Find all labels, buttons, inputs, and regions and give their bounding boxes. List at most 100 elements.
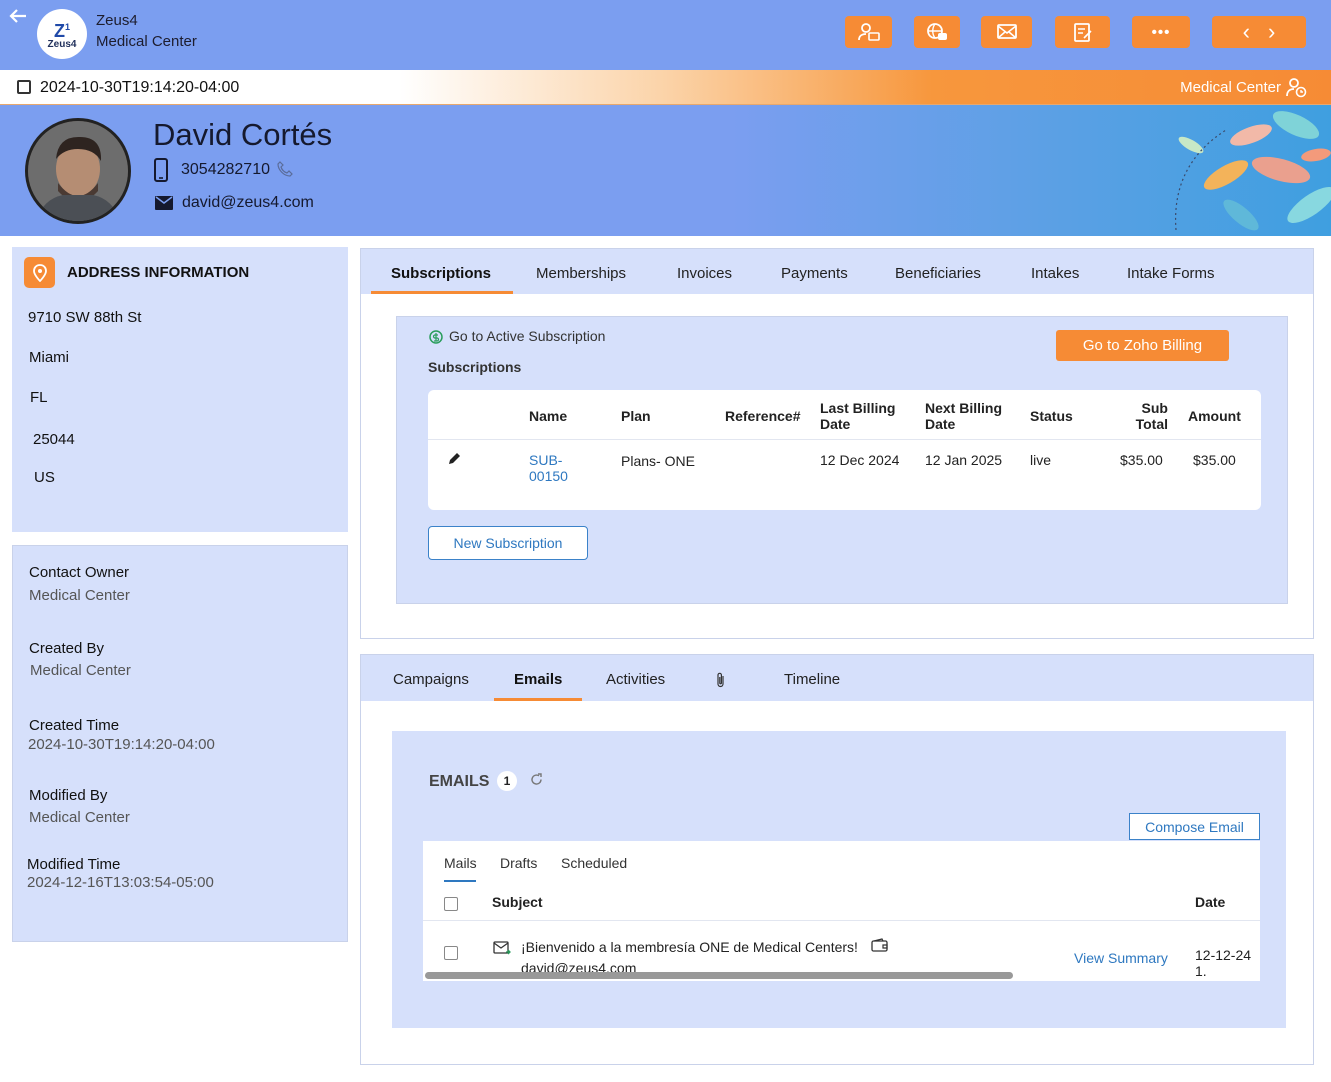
- attachment-tab-icon[interactable]: [715, 672, 727, 693]
- email-subject[interactable]: ¡Bienvenido a la membresía ONE de Medica…: [521, 939, 858, 955]
- col-last-billing-line2: Date: [820, 416, 851, 432]
- modified-time-value: 2024-12-16T13:03:54-05:00: [27, 874, 214, 891]
- tab-drafts[interactable]: Drafts: [500, 855, 537, 871]
- subscriptions-table: Name Plan Reference# Last Billing Date Ne…: [428, 390, 1261, 510]
- subscription-status: live: [1030, 452, 1052, 468]
- edit-pencil-icon[interactable]: [448, 452, 461, 470]
- active-tab-indicator: [494, 698, 582, 701]
- go-to-zoho-billing-button[interactable]: Go to Zoho Billing: [1056, 330, 1229, 361]
- address-country: US: [34, 469, 55, 486]
- modified-by-value: Medical Center: [29, 809, 130, 826]
- chat-globe-button[interactable]: [914, 16, 960, 48]
- subscriptions-card: Subscriptions Memberships Invoices Payme…: [360, 248, 1314, 639]
- record-nav-group: ‹ ›: [1212, 16, 1306, 48]
- new-subscription-button[interactable]: New Subscription: [428, 526, 588, 560]
- col-subtotal-line2: Total: [1135, 416, 1168, 432]
- contact-card-icon: [857, 23, 880, 41]
- tab-campaigns[interactable]: Campaigns: [393, 671, 469, 688]
- subscription-id-link[interactable]: SUB- 00150: [529, 452, 568, 484]
- tab-intakes[interactable]: Intakes: [1031, 265, 1079, 282]
- emails-count-badge: 1: [497, 771, 517, 791]
- modified-by-label: Modified By: [29, 787, 108, 804]
- subscriptions-label: Subscriptions: [428, 359, 522, 375]
- contact-email[interactable]: david@zeus4.com: [182, 194, 314, 212]
- col-next-billing: Next Billing Date: [925, 400, 1002, 432]
- prev-record-button[interactable]: ‹: [1243, 19, 1250, 45]
- brand-name: Zeus4: [96, 12, 138, 29]
- col-next-billing-line2: Date: [925, 416, 956, 432]
- envelope-icon: [155, 196, 173, 215]
- sent-mail-icon: [493, 941, 511, 960]
- activity-card: Campaigns Emails Activities Timeline EMA…: [360, 654, 1314, 1065]
- subscription-id-line1: SUB-: [529, 452, 563, 468]
- location-pin-icon: [24, 257, 55, 288]
- row-checkbox[interactable]: [444, 946, 458, 960]
- next-record-button[interactable]: ›: [1268, 19, 1275, 45]
- back-arrow-icon[interactable]: [8, 6, 28, 32]
- emails-title: EMAILS: [429, 773, 490, 790]
- tab-mails[interactable]: Mails: [444, 855, 477, 871]
- col-reference: Reference#: [725, 408, 801, 424]
- compose-email-button[interactable]: Compose Email: [1129, 813, 1260, 840]
- tab-invoices[interactable]: Invoices: [677, 265, 732, 282]
- profile-banner: David Cortés 3054282710 david@zeus4.com: [0, 105, 1331, 236]
- subscription-next-billing: 12 Jan 2025: [925, 452, 1003, 468]
- col-plan: Plan: [621, 408, 651, 424]
- modified-time-label: Modified Time: [27, 856, 121, 873]
- subscription-plan: Plans- ONE: [621, 453, 695, 469]
- col-next-billing-line1: Next Billing: [925, 400, 1003, 416]
- brand-subtitle: Medical Center: [96, 33, 197, 50]
- tab-payments[interactable]: Payments: [781, 265, 848, 282]
- wallet-icon: [871, 938, 888, 957]
- call-icon[interactable]: [277, 161, 293, 182]
- tab-subscriptions[interactable]: Subscriptions: [391, 265, 491, 282]
- contact-card-button[interactable]: [845, 16, 892, 48]
- record-meta-panel: Contact Owner Medical Center Created By …: [12, 545, 348, 942]
- contact-owner-label: Contact Owner: [29, 564, 130, 581]
- tab-scheduled[interactable]: Scheduled: [561, 855, 627, 871]
- mail-folder-tabs: Mails Drafts Scheduled: [423, 841, 1260, 883]
- email-date: 12-12-24 1.: [1195, 947, 1252, 979]
- horizontal-scrollbar[interactable]: [425, 972, 1013, 979]
- tab-activities[interactable]: Activities: [606, 671, 665, 688]
- tab-emails[interactable]: Emails: [514, 671, 562, 688]
- avatar: [25, 118, 131, 224]
- user-clock-icon: [1285, 76, 1307, 98]
- address-street: 9710 SW 88th St: [28, 309, 142, 326]
- tab-timeline[interactable]: Timeline: [784, 671, 840, 688]
- mail-button[interactable]: [981, 16, 1032, 48]
- address-state: FL: [30, 389, 48, 406]
- dollar-sync-icon: [429, 330, 443, 347]
- date-strip: 2024-10-30T19:14:20-04:00 Medical Center: [0, 70, 1331, 105]
- edit-note-button[interactable]: [1055, 16, 1110, 48]
- subscription-id-line2: 00150: [529, 468, 568, 484]
- mail-tab-indicator: [444, 880, 476, 882]
- created-by-value: Medical Center: [30, 662, 131, 679]
- contact-name: David Cortés: [153, 117, 333, 152]
- tab-beneficiaries[interactable]: Beneficiaries: [895, 265, 981, 282]
- col-subtotal-line1: Sub: [1141, 400, 1168, 416]
- go-active-subscription-link[interactable]: Go to Active Subscription: [449, 328, 605, 344]
- tab-intake-forms[interactable]: Intake Forms: [1127, 265, 1215, 282]
- subscription-subtotal: $35.00: [1120, 452, 1163, 468]
- col-date: Date: [1195, 894, 1226, 910]
- created-time-label: Created Time: [29, 717, 120, 734]
- select-all-checkbox[interactable]: [444, 897, 458, 911]
- view-summary-link[interactable]: View Summary: [1074, 950, 1168, 966]
- subscription-amount: $35.00: [1193, 452, 1236, 468]
- activity-tabs: Campaigns Emails Activities Timeline: [361, 655, 1313, 701]
- contact-phone[interactable]: 3054282710: [181, 161, 270, 179]
- col-last-billing-line1: Last Billing: [820, 400, 896, 416]
- logo-text: Zeus4: [47, 38, 77, 50]
- org-label: Medical Center: [1180, 79, 1281, 96]
- refresh-icon[interactable]: [529, 772, 544, 791]
- tab-memberships[interactable]: Memberships: [536, 265, 626, 282]
- record-date: 2024-10-30T19:14:20-04:00: [40, 79, 240, 96]
- subscriptions-section: Go to Active Subscription Subscriptions …: [396, 316, 1288, 604]
- more-button[interactable]: •••: [1132, 16, 1190, 48]
- contact-owner-value: Medical Center: [29, 587, 130, 604]
- created-by-label: Created By: [29, 640, 105, 657]
- app-logo: Z1 Zeus4: [37, 9, 87, 59]
- col-amount: Amount: [1188, 408, 1241, 424]
- edit-note-icon: [1073, 23, 1092, 42]
